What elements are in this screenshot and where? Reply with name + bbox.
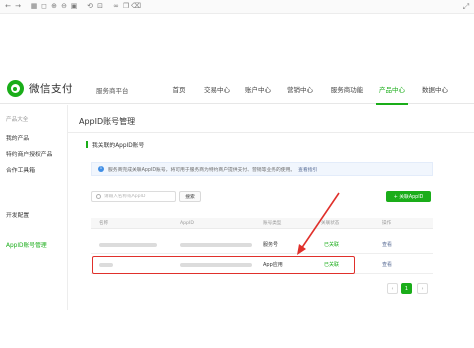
sidebar-item-toolbox[interactable]: 合作工具箱 <box>6 165 35 174</box>
zoom-out-icon[interactable]: ⊖ <box>59 2 69 12</box>
highlight-box <box>92 256 355 274</box>
search-box[interactable] <box>91 191 176 202</box>
page-title: AppID账号管理 <box>79 117 136 126</box>
panel-title: 我关联的AppID账号 <box>92 142 145 149</box>
nav-home[interactable]: 首页 <box>163 74 195 104</box>
wechat-pay-logo-icon <box>7 80 24 97</box>
nav-trade-center[interactable]: 交易中心 <box>199 74 235 104</box>
link-icon[interactable]: ∞ <box>111 2 121 12</box>
page-1-button[interactable]: 1 <box>401 283 412 294</box>
table-row: 服务号 已关联 查看 <box>91 236 433 254</box>
sidebar: 产品大全 我的产品 特约商户授权产品 合作工具箱 开发配置 AppID账号管理 <box>0 105 68 310</box>
site-header: 微信支付 服务商平台 首页 交易中心 账户中心 营销中心 服务商功能 产品中心 … <box>0 74 474 105</box>
platform-name: 服务商平台 <box>96 87 129 95</box>
sidebar-item-my-products[interactable]: 我的产品 <box>6 133 29 142</box>
back-arrow-icon[interactable]: ← <box>3 2 13 12</box>
prev-page-button[interactable]: ‹ <box>387 283 398 294</box>
viewer-toolbar: ← → ▦ ◻ ⊕ ⊖ ▣ ⟲ ⊡ ∞ ❐ ⌫ ⤢ <box>0 0 474 14</box>
forward-arrow-icon[interactable]: → <box>13 2 23 12</box>
redacted-appid <box>180 243 252 247</box>
panel-accent-bar <box>86 140 88 148</box>
column-action: 操作 <box>382 221 392 226</box>
brand-name: 微信支付 <box>29 83 73 95</box>
sidebar-item-authorized-products[interactable]: 特约商户授权产品 <box>6 149 52 158</box>
notice-body: 服务商完成关联AppID账号，将可用于服务商为特约商户提供支付、营销等业务的使用… <box>108 167 296 173</box>
actual-size-icon[interactable]: ▣ <box>69 2 79 12</box>
title-divider <box>68 132 474 133</box>
column-name: 名称 <box>99 221 109 226</box>
notice-guide-link[interactable]: 查看指引 <box>298 168 317 173</box>
fit-icon[interactable]: ◻ <box>39 2 49 12</box>
associate-appid-button[interactable]: + 关联AppID <box>386 191 431 202</box>
next-page-button[interactable]: › <box>417 283 428 294</box>
trash-icon[interactable]: ⌫ <box>131 2 141 12</box>
nav-account-center[interactable]: 账户中心 <box>240 74 276 104</box>
notice-text: 服务商完成关联AppID账号，将可用于服务商为特约商户提供支付、营销等业务的使用… <box>108 166 317 173</box>
info-icon: i <box>98 166 104 172</box>
nav-marketing-center[interactable]: 营销中心 <box>282 74 318 104</box>
nav-data-center[interactable]: 数据中心 <box>417 74 453 104</box>
sidebar-item-dev-config[interactable]: 开发配置 <box>6 210 29 219</box>
appid-panel: 我关联的AppID账号 i 服务商完成关联AppID账号，将可用于服务商为特约商… <box>86 138 433 304</box>
screenshot-canvas: ← → ▦ ◻ ⊕ ⊖ ▣ ⟲ ⊡ ∞ ❐ ⌫ ⤢ 微信支付 服务商平台 首页 … <box>0 0 474 348</box>
column-account-type: 账号类型 <box>263 221 282 226</box>
rotate-icon[interactable]: ⟲ <box>85 2 95 12</box>
search-button[interactable]: 搜索 <box>179 191 201 202</box>
view-link[interactable]: 查看 <box>382 256 392 274</box>
expand-icon[interactable]: ⤢ <box>461 2 471 12</box>
info-notice: i 服务商完成关联AppID账号，将可用于服务商为特约商户提供支付、营销等业务的… <box>91 162 433 176</box>
view-link[interactable]: 查看 <box>382 236 392 254</box>
table-header: 名称 AppID 账号类型 关联状态 操作 <box>91 218 433 229</box>
wechat-pay-logo[interactable]: 微信支付 <box>7 80 73 97</box>
thumbnail-icon[interactable]: ▦ <box>29 2 39 12</box>
crop-icon[interactable]: ⊡ <box>95 2 105 12</box>
panel-header: 我关联的AppID账号 <box>86 138 144 150</box>
search-input[interactable] <box>104 194 174 199</box>
sidebar-item-appid-management[interactable]: AppID账号管理 <box>6 240 47 249</box>
status-badge: 已关联 <box>324 242 340 248</box>
search-icon <box>96 194 101 199</box>
zoom-in-icon[interactable]: ⊕ <box>49 2 59 12</box>
sidebar-section-title: 产品大全 <box>6 117 29 123</box>
column-appid: AppID <box>180 221 194 226</box>
column-status: 关联状态 <box>321 221 340 226</box>
nav-product-center[interactable]: 产品中心 <box>374 74 410 105</box>
nav-service-functions[interactable]: 服务商功能 <box>325 74 369 104</box>
account-type: 服务号 <box>263 242 279 248</box>
copy-icon[interactable]: ❐ <box>121 2 131 12</box>
redacted-name <box>99 243 157 247</box>
